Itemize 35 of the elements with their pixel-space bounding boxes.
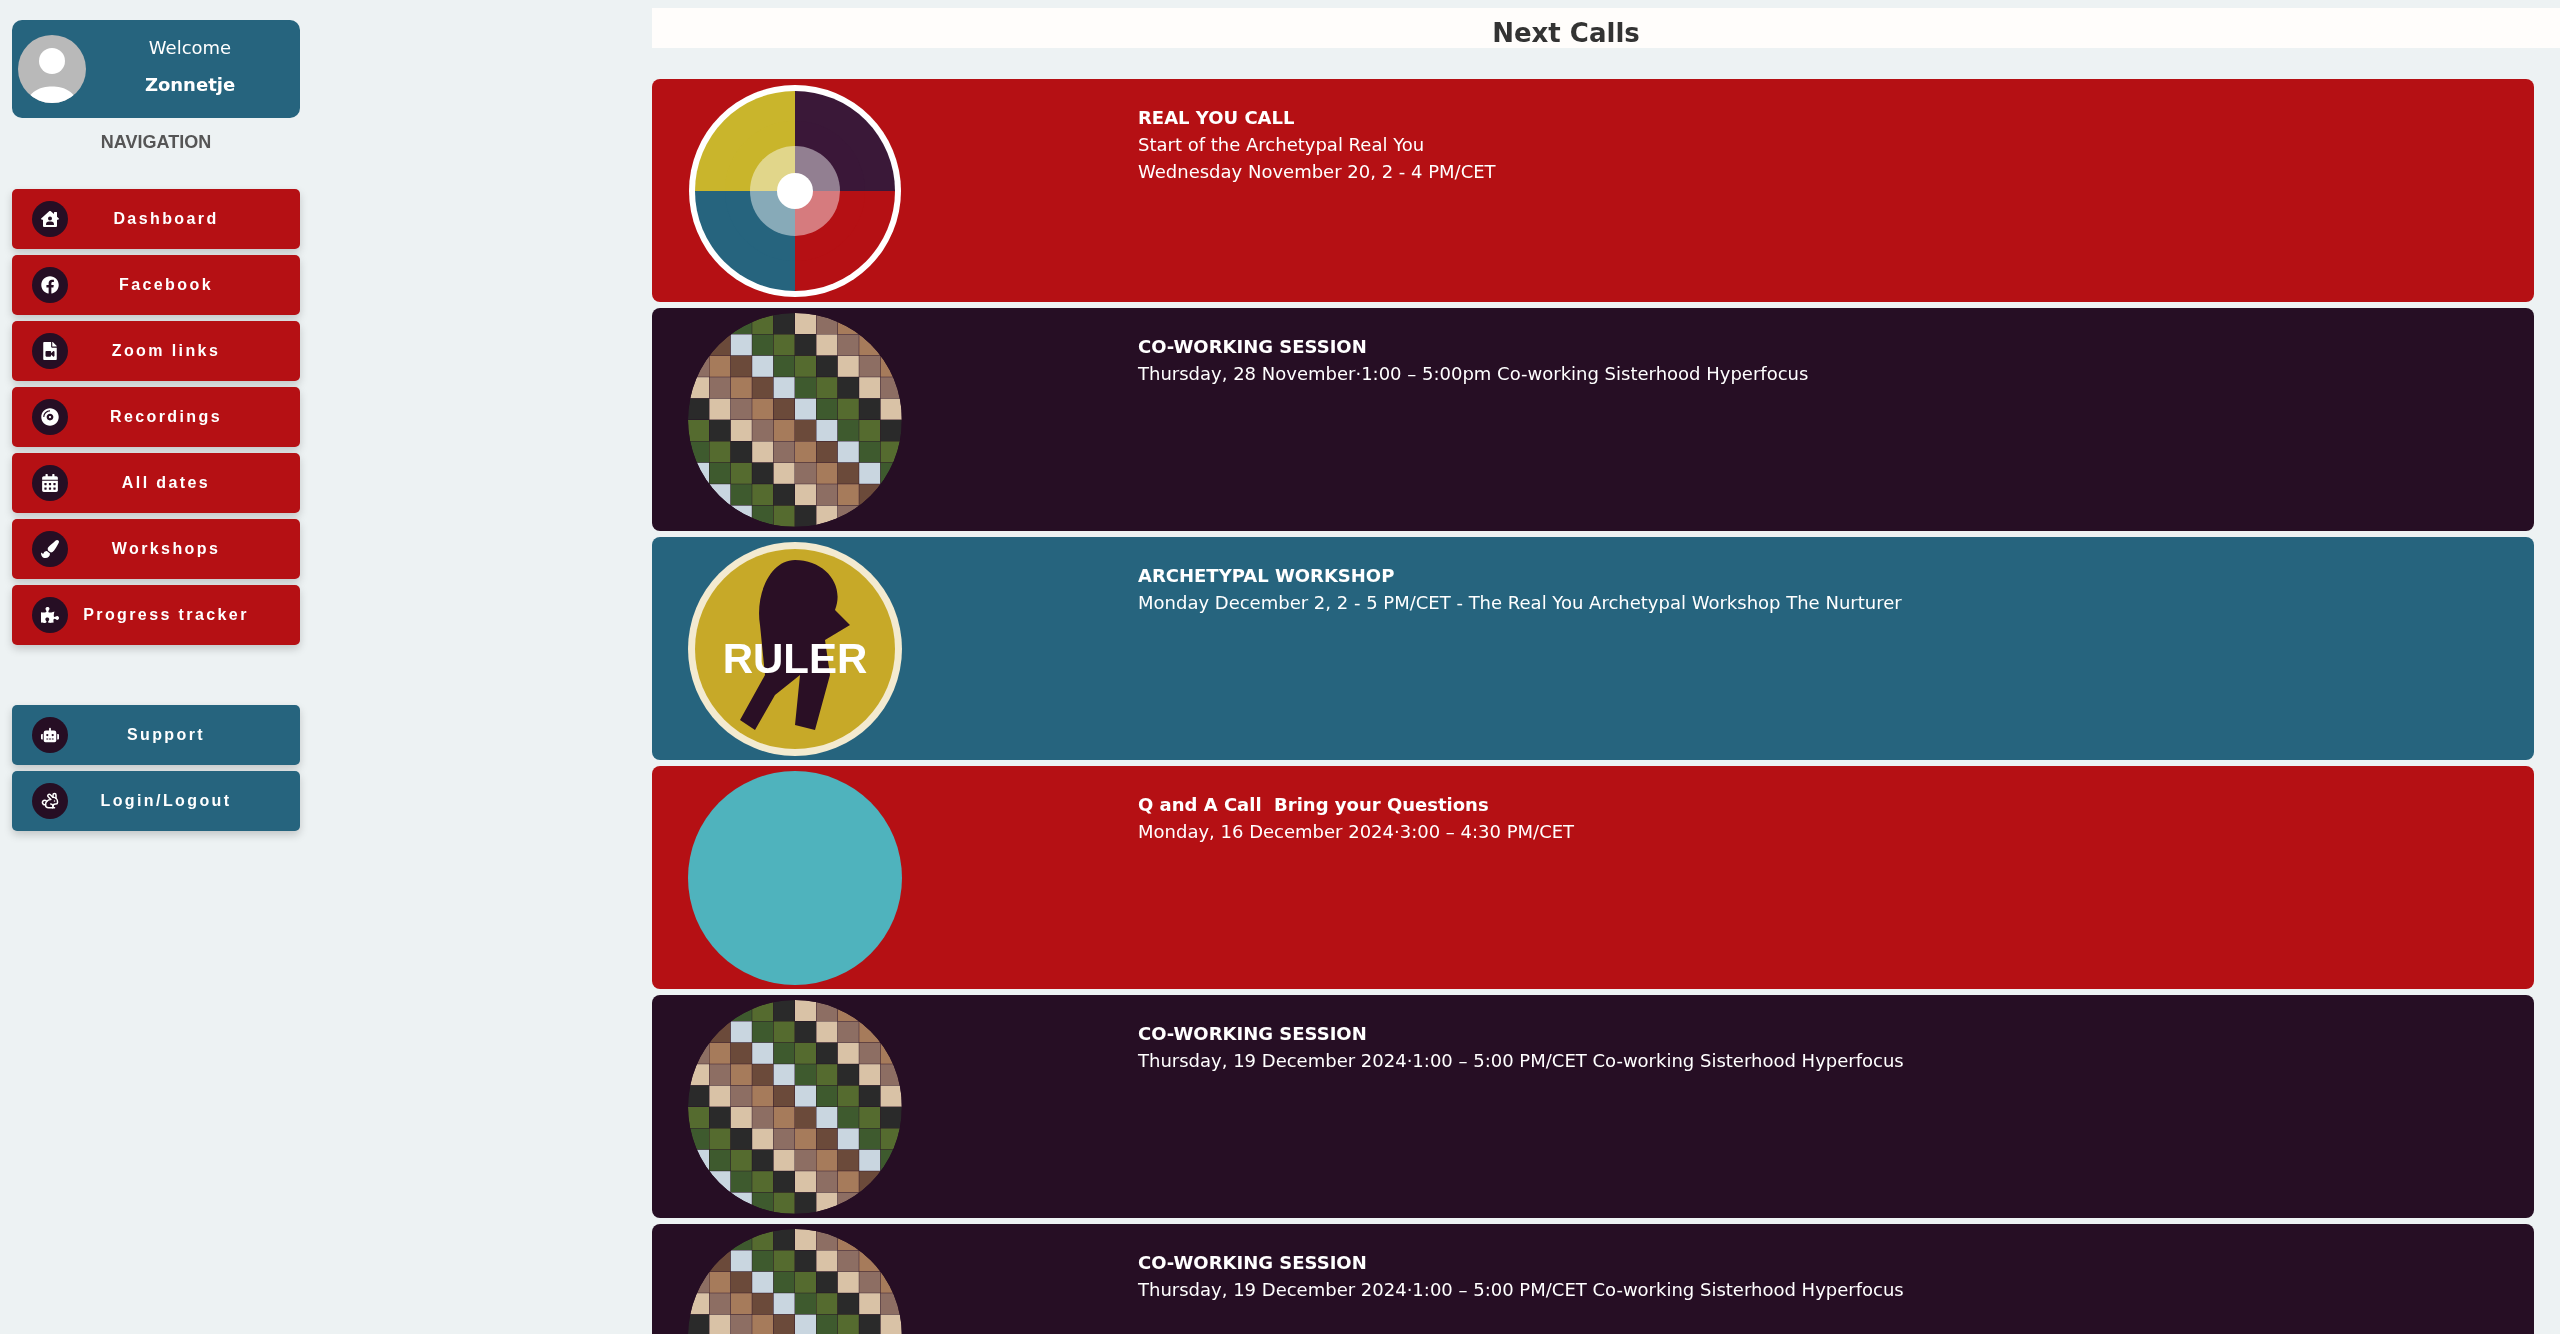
disc-icon — [32, 399, 68, 435]
call-title: REAL YOU CALL — [1138, 107, 1296, 128]
call-title: CO-WORKING SESSION — [1138, 1023, 1368, 1044]
facebook-icon — [32, 267, 68, 303]
call-details: Thursday, 28 November·1:00 – 5:00pm Co-working Sisterhood Hyperfocus — [1138, 363, 1809, 384]
brush-icon — [32, 531, 68, 567]
call-title: Q and A Call Bring your Questions — [1138, 794, 1490, 815]
nav-button[interactable]: Facebook — [12, 255, 300, 315]
nav-button[interactable]: Login/Logout — [12, 771, 300, 831]
call-title: CO-WORKING SESSION — [1138, 1252, 1368, 1273]
call-details: Wednesday November 20, 2 - 4 PM/CET — [1138, 161, 1496, 182]
call-details: Monday December 2, 2 - 5 PM/CET - The Real You Archetypal Workshop The Nurturer — [1138, 592, 1902, 613]
robot-icon — [32, 717, 68, 753]
nav-button[interactable]: Recordings — [12, 387, 300, 447]
navigation-heading: NAVIGATION — [99, 132, 213, 153]
calendar-icon — [32, 465, 68, 501]
nav-button[interactable]: Progress tracker — [12, 585, 300, 645]
call-details: Monday, 16 December 2024·3:00 – 4:30 PM/CET — [1138, 821, 1575, 842]
puzzle-icon — [32, 597, 68, 633]
call-details: Thursday, 19 December 2024·1:00 – 5:00 PM/CET Co-working Sisterhood Hyperfocus — [1138, 1279, 1904, 1300]
call-details: Start of the Archetypal Real You — [1138, 134, 1426, 155]
welcome-text: Welcome — [148, 37, 232, 58]
nav-button[interactable]: Workshops — [12, 519, 300, 579]
call-details: Thursday, 19 December 2024·1:00 – 5:00 PM/CET Co-working Sisterhood Hyperfocus — [1138, 1050, 1904, 1071]
nav-button[interactable]: Dashboard — [12, 189, 300, 249]
call-title: ARCHETYPAL WORKSHOP — [1138, 565, 1396, 586]
nav-button[interactable]: Zoom links — [12, 321, 300, 381]
video-file-icon — [32, 333, 68, 369]
user-name: Zonnetje — [144, 74, 236, 95]
page-title: Next Calls — [1492, 18, 1640, 48]
home-icon — [32, 201, 68, 237]
call-title: CO-WORKING SESSION — [1138, 336, 1368, 357]
nav-button[interactable]: Support — [12, 705, 300, 765]
rabbit-icon — [32, 783, 68, 819]
nav-button[interactable]: All dates — [12, 453, 300, 513]
